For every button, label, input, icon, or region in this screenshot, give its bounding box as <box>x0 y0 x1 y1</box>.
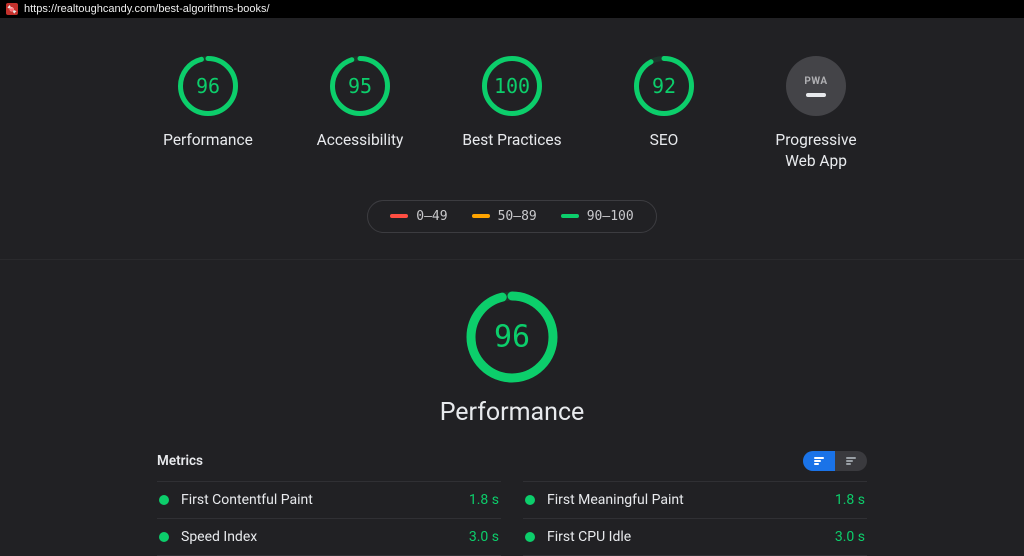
dash-avg-icon <box>472 214 490 218</box>
bars-icon <box>846 457 856 465</box>
score-value: 92 <box>652 74 676 98</box>
metric-value: 1.8 s <box>835 492 865 508</box>
metric-value: 3.0 s <box>469 529 499 545</box>
metric-value: 3.0 s <box>835 529 865 545</box>
legend-avg-label: 50–89 <box>498 209 537 224</box>
legend-fail-label: 0–49 <box>416 209 447 224</box>
score-label: SEO <box>650 130 679 151</box>
performance-score-value: 96 <box>494 319 530 354</box>
score-label: ProgressiveWeb App <box>775 130 856 172</box>
status-pass-icon <box>525 495 535 505</box>
gauge-icon: 92 <box>634 56 694 116</box>
legend-pass-label: 90–100 <box>587 209 634 224</box>
legend-pass: 90–100 <box>561 209 634 224</box>
metric-name: First CPU Idle <box>547 529 835 545</box>
pwa-badge-icon: PWA <box>786 56 846 116</box>
pwa-bar-icon <box>806 93 826 97</box>
score-pwa[interactable]: PWA ProgressiveWeb App <box>761 56 871 172</box>
legend-fail: 0–49 <box>390 209 447 224</box>
page-url: https://realtoughcandy.com/best-algorith… <box>24 3 270 15</box>
legend-box: 0–49 50–89 90–100 <box>367 200 656 233</box>
lighthouse-report: 96 Performance 95 Accessibility 100 Best Pr… <box>0 18 1024 556</box>
url-bar: 🍬 https://realtoughcandy.com/best-algori… <box>0 0 1024 18</box>
metric-name: First Meaningful Paint <box>547 492 835 508</box>
metric-row[interactable]: First CPU Idle3.0 s <box>523 518 867 555</box>
score-value: 96 <box>196 74 220 98</box>
metric-value: 1.8 s <box>469 492 499 508</box>
status-pass-icon <box>159 532 169 542</box>
performance-section: 96 Performance <box>0 260 1024 427</box>
performance-title: Performance <box>440 398 585 427</box>
metric-row[interactable]: First Contentful Paint1.8 s <box>157 481 501 518</box>
gauge-icon: 95 <box>330 56 390 116</box>
status-pass-icon <box>159 495 169 505</box>
metrics-section: Metrics First Contentful Paint1.8 sSpeed… <box>157 451 867 556</box>
score-label: Best Practices <box>462 130 561 151</box>
score-performance[interactable]: 96 Performance <box>153 56 263 172</box>
view-toggle-detailed[interactable] <box>803 451 835 471</box>
score-label: Performance <box>163 130 253 151</box>
status-pass-icon <box>525 532 535 542</box>
metric-row[interactable]: First Meaningful Paint1.8 s <box>523 481 867 518</box>
view-toggle-simple[interactable] <box>835 451 867 471</box>
gauge-icon: 96 <box>178 56 238 116</box>
metrics-grid: First Contentful Paint1.8 sSpeed Index3.… <box>157 481 867 556</box>
score-row: 96 Performance 95 Accessibility 100 Best Pr… <box>0 18 1024 172</box>
score-value: 100 <box>494 74 530 98</box>
score-seo[interactable]: 92 SEO <box>609 56 719 172</box>
score-accessibility[interactable]: 95 Accessibility <box>305 56 415 172</box>
metric-name: First Contentful Paint <box>181 492 469 508</box>
metrics-heading: Metrics <box>157 453 203 469</box>
score-best-practices[interactable]: 100 Best Practices <box>457 56 567 172</box>
metric-row[interactable]: Speed Index3.0 s <box>157 518 501 555</box>
bars-icon <box>814 457 824 465</box>
dash-fail-icon <box>390 214 408 218</box>
pwa-badge-text: PWA <box>804 76 827 87</box>
performance-gauge-large: 96 <box>465 290 559 384</box>
score-legend: 0–49 50–89 90–100 <box>0 200 1024 233</box>
gauge-icon: 100 <box>482 56 542 116</box>
favicon-icon: 🍬 <box>6 3 18 15</box>
metrics-view-toggle[interactable] <box>803 451 867 471</box>
score-value: 95 <box>348 74 372 98</box>
metric-name: Speed Index <box>181 529 469 545</box>
dash-pass-icon <box>561 214 579 218</box>
score-label: Accessibility <box>317 130 404 151</box>
legend-avg: 50–89 <box>472 209 537 224</box>
